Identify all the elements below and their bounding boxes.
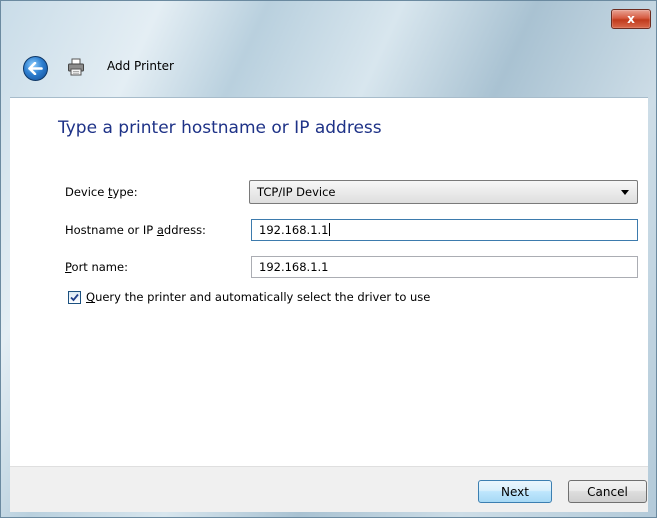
port-name-label: Port name: <box>65 260 128 274</box>
back-arrow-icon <box>28 62 43 75</box>
query-driver-checkbox[interactable] <box>68 291 81 304</box>
device-type-value: TCP/IP Device <box>257 185 336 199</box>
checkmark-icon <box>70 293 79 302</box>
window-title: Add Printer <box>107 59 174 73</box>
query-driver-label[interactable]: Query the printer and automatically sele… <box>86 290 430 304</box>
button-bar <box>10 466 648 512</box>
next-button-label: Next <box>501 484 529 499</box>
hostname-value: 192.168.1.1 <box>259 223 329 237</box>
cancel-button-label: Cancel <box>587 484 628 499</box>
page-heading: Type a printer hostname or IP address <box>58 118 382 138</box>
close-icon: x <box>627 12 635 26</box>
chevron-down-icon <box>621 190 629 195</box>
device-type-dropdown[interactable]: TCP/IP Device <box>249 180 638 204</box>
port-name-input[interactable]: 192.168.1.1 <box>251 256 638 278</box>
cancel-button[interactable]: Cancel <box>568 480 647 503</box>
wizard-content-panel <box>10 97 648 467</box>
printer-icon <box>68 58 84 76</box>
hostname-label: Hostname or IP address: <box>65 223 206 237</box>
close-button[interactable]: x <box>611 9 651 29</box>
port-name-value: 192.168.1.1 <box>259 260 329 274</box>
hostname-input[interactable]: 192.168.1.1 <box>251 219 638 241</box>
next-button[interactable]: Next <box>478 480 552 503</box>
device-type-label: Device type: <box>65 185 138 199</box>
text-caret <box>328 223 330 236</box>
add-printer-window: x Add Printer Type a printer hostname or… <box>0 0 657 518</box>
back-button[interactable] <box>23 56 48 81</box>
